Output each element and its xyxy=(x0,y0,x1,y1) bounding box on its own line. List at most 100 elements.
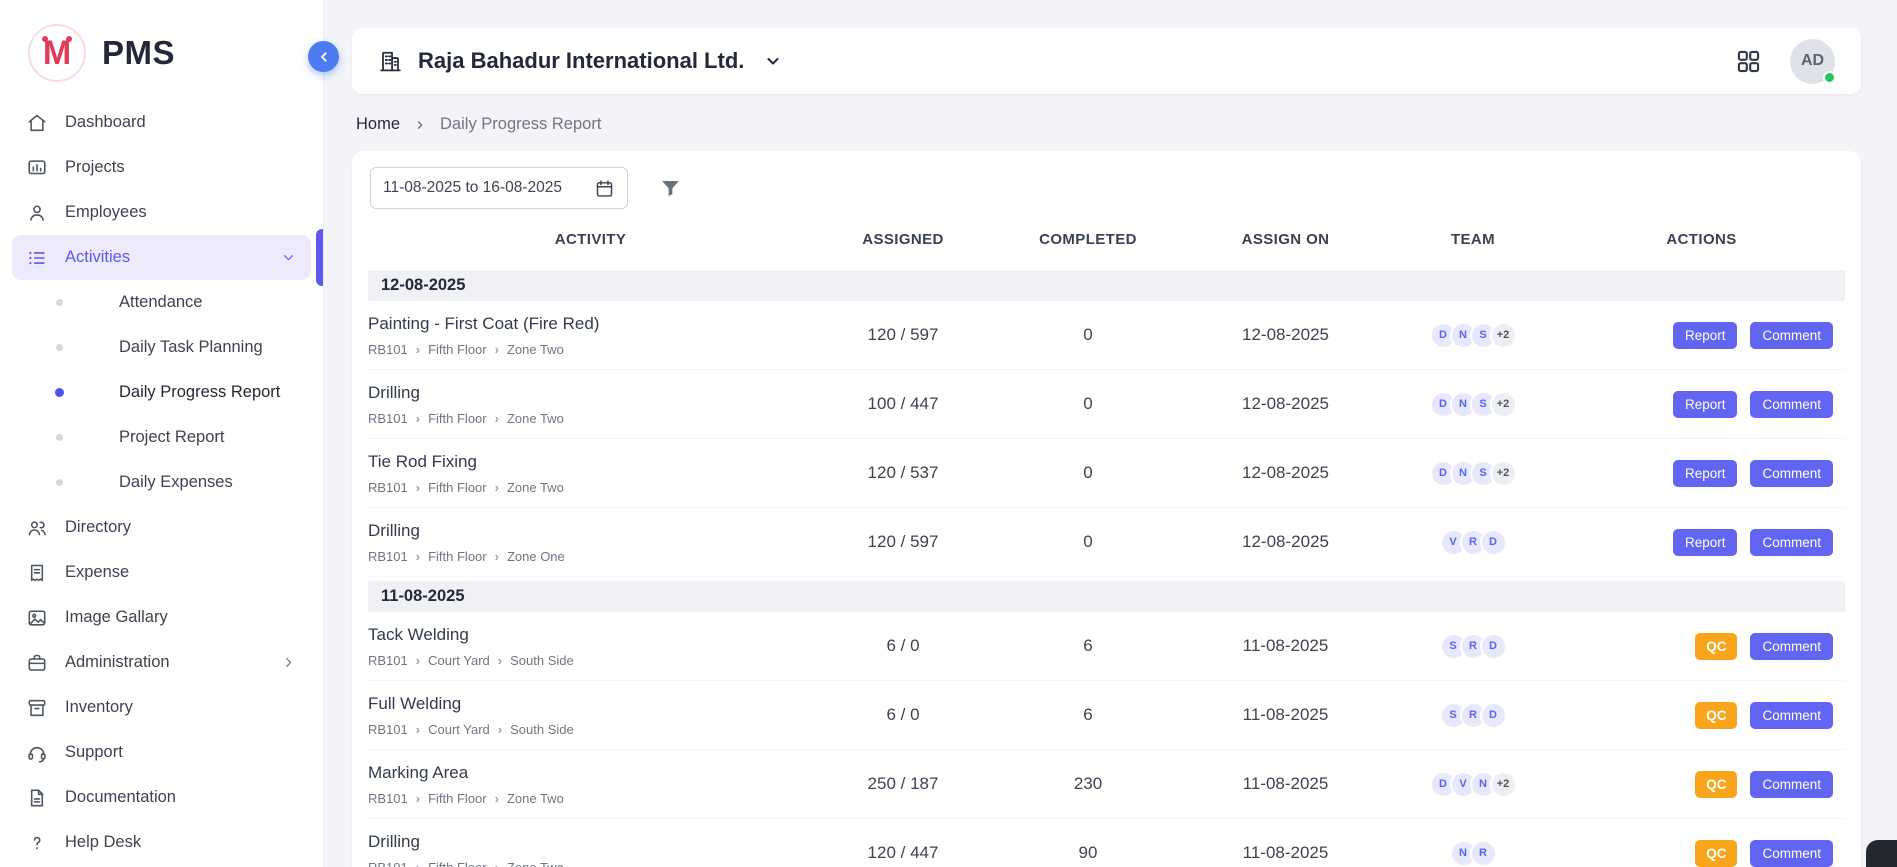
assigned-value: 120 / 597 xyxy=(813,532,993,552)
team-member-avatar[interactable]: D xyxy=(1480,633,1507,660)
activity-cell: Tack WeldingRB101›Court Yard›South Side xyxy=(368,625,813,668)
assign-on-date: 12-08-2025 xyxy=(1183,463,1388,483)
completed-value: 0 xyxy=(993,394,1183,414)
sidebar-item-documentation[interactable]: Documentation xyxy=(12,775,311,820)
chevron-right-icon: › xyxy=(495,792,499,805)
sidebar-item-employees[interactable]: Employees xyxy=(12,190,311,235)
path-segment: RB101 xyxy=(368,480,408,495)
sidebar-item-label: Help Desk xyxy=(65,833,141,852)
user-avatar[interactable]: AD xyxy=(1790,39,1835,84)
sidebar-collapse-button[interactable] xyxy=(308,41,339,72)
team-extra-count[interactable]: +2 xyxy=(1490,391,1517,418)
report-button[interactable]: Report xyxy=(1673,460,1738,487)
chevron-right-icon: › xyxy=(495,550,499,563)
comment-button[interactable]: Comment xyxy=(1750,840,1833,867)
path-segment: Zone Two xyxy=(507,411,564,426)
activity-location-path: RB101›Fifth Floor›Zone Two xyxy=(368,791,813,806)
table-row: Tie Rod FixingRB101›Fifth Floor›Zone Two… xyxy=(368,439,1845,508)
row-actions: QC Comment xyxy=(1558,771,1845,798)
active-nav-indicator xyxy=(316,229,323,286)
sidebar-item-projects[interactable]: Projects xyxy=(12,145,311,190)
filter-button[interactable] xyxy=(658,176,683,201)
sidebar-item-help-desk[interactable]: Help Desk xyxy=(12,820,311,865)
report-button[interactable]: Report xyxy=(1673,322,1738,349)
qc-button[interactable]: QC xyxy=(1695,840,1737,867)
path-segment: RB101 xyxy=(368,342,408,357)
company-selector[interactable]: Raja Bahadur International Ltd. xyxy=(378,48,783,74)
team-extra-count[interactable]: +2 xyxy=(1490,771,1517,798)
chevron-right-icon: › xyxy=(416,481,420,494)
table-row: Full WeldingRB101›Court Yard›South Side6… xyxy=(368,681,1845,750)
team-member-avatar[interactable]: D xyxy=(1480,702,1507,729)
sidebar-item-inventory[interactable]: Inventory xyxy=(12,685,311,730)
bullet-icon xyxy=(56,344,63,351)
path-segment: Zone Two xyxy=(507,791,564,806)
calendar-icon xyxy=(594,178,615,199)
chevron-right-icon: › xyxy=(416,861,420,867)
column-header-team: TEAM xyxy=(1388,231,1558,248)
activity-location-path: RB101›Fifth Floor›Zone Two xyxy=(368,342,813,357)
team-member-avatar[interactable]: D xyxy=(1480,529,1507,556)
column-header-completed: COMPLETED xyxy=(993,231,1183,248)
sidebar-item-label: Support xyxy=(65,743,123,762)
activity-name: Drilling xyxy=(368,521,813,541)
comment-button[interactable]: Comment xyxy=(1750,460,1833,487)
sidebar-item-directory[interactable]: Directory xyxy=(12,505,311,550)
comment-button[interactable]: Comment xyxy=(1750,702,1833,729)
path-segment: Fifth Floor xyxy=(428,480,487,495)
apps-grid-button[interactable] xyxy=(1735,48,1762,75)
report-button[interactable]: Report xyxy=(1673,391,1738,418)
row-actions: QC Comment xyxy=(1558,702,1845,729)
comment-button[interactable]: Comment xyxy=(1750,391,1833,418)
home-icon xyxy=(26,112,48,134)
comment-button[interactable]: Comment xyxy=(1750,529,1833,556)
sidebar-item-label: Dashboard xyxy=(65,113,146,132)
team-member-avatar[interactable]: R xyxy=(1470,840,1497,867)
floating-corner-button[interactable] xyxy=(1866,840,1897,867)
comment-button[interactable]: Comment xyxy=(1750,322,1833,349)
team-avatars: DNS+2 xyxy=(1388,391,1558,418)
sidebar-item-dashboard[interactable]: Dashboard xyxy=(12,100,311,145)
sidebar-subitem-daily-expenses[interactable]: Daily Expenses xyxy=(12,460,311,505)
sidebar-item-activities[interactable]: Activities xyxy=(12,235,311,280)
sidebar-item-label: Documentation xyxy=(65,788,176,807)
sidebar-item-support[interactable]: Support xyxy=(12,730,311,775)
sidebar-item-expense[interactable]: Expense xyxy=(12,550,311,595)
completed-value: 230 xyxy=(993,774,1183,794)
date-range-input[interactable]: 11-08-2025 to 16-08-2025 xyxy=(370,167,628,209)
comment-button[interactable]: Comment xyxy=(1750,633,1833,660)
team-extra-count[interactable]: +2 xyxy=(1490,460,1517,487)
path-segment: Zone One xyxy=(507,549,565,564)
team-extra-count[interactable]: +2 xyxy=(1490,322,1517,349)
sidebar-subitem-attendance[interactable]: Attendance xyxy=(12,280,311,325)
sidebar: M PMS DashboardProjectsEmployeesActiviti… xyxy=(0,0,324,867)
activity-location-path: RB101›Fifth Floor›Zone Two xyxy=(368,860,813,867)
sidebar-item-image-gallary[interactable]: Image Gallary xyxy=(12,595,311,640)
team-avatars: VRD xyxy=(1388,529,1558,556)
sidebar-subitem-daily-task-planning[interactable]: Daily Task Planning xyxy=(12,325,311,370)
qc-button[interactable]: QC xyxy=(1695,702,1737,729)
sidebar-subitem-project-report[interactable]: Project Report xyxy=(12,415,311,460)
table-row: DrillingRB101›Fifth Floor›Zone Two100 / … xyxy=(368,370,1845,439)
path-segment: Zone Two xyxy=(507,860,564,867)
chevron-right-icon: › xyxy=(416,343,420,356)
completed-value: 90 xyxy=(993,843,1183,863)
comment-button[interactable]: Comment xyxy=(1750,771,1833,798)
activity-name: Drilling xyxy=(368,832,813,852)
assign-on-date: 12-08-2025 xyxy=(1183,532,1388,552)
qc-button[interactable]: QC xyxy=(1695,771,1737,798)
table-row: Marking AreaRB101›Fifth Floor›Zone Two25… xyxy=(368,750,1845,819)
activity-name: Full Welding xyxy=(368,694,813,714)
breadcrumb-home[interactable]: Home xyxy=(356,115,400,134)
row-actions: QC Comment xyxy=(1558,633,1845,660)
row-actions: QC Comment xyxy=(1558,840,1845,867)
sidebar-item-administration[interactable]: Administration xyxy=(12,640,311,685)
sidebar-subitem-daily-progress-report[interactable]: Daily Progress Report xyxy=(12,370,311,415)
table-body: 12-08-2025Painting - First Coat (Fire Re… xyxy=(368,270,1845,867)
activity-location-path: RB101›Court Yard›South Side xyxy=(368,653,813,668)
sidebar-subitem-label: Daily Progress Report xyxy=(119,383,280,402)
path-segment: RB101 xyxy=(368,411,408,426)
qc-button[interactable]: QC xyxy=(1695,633,1737,660)
assign-on-date: 12-08-2025 xyxy=(1183,394,1388,414)
report-button[interactable]: Report xyxy=(1673,529,1738,556)
